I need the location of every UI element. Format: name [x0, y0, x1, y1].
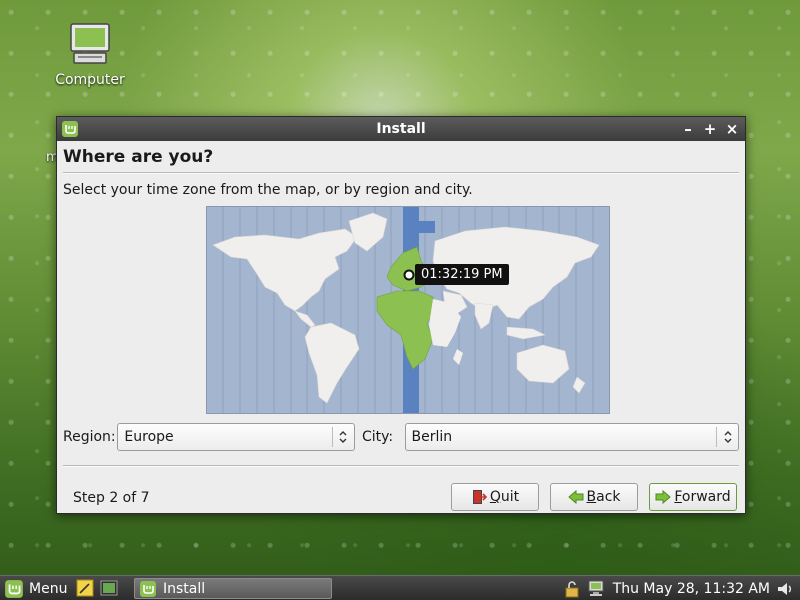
step-indicator: Step 2 of 7	[73, 490, 150, 506]
clock[interactable]: Thu May 28, 11:32 AM	[613, 581, 770, 597]
arrow-left-icon	[567, 490, 583, 504]
wizard-footer: Step 2 of 7 Quit Back Forward	[63, 483, 739, 511]
timezone-map[interactable]: 01:32:19 PM	[206, 206, 610, 414]
window-title: Install	[376, 121, 426, 137]
arrow-right-icon	[655, 490, 672, 504]
city-label: City:	[361, 429, 394, 445]
location-marker-icon[interactable]	[403, 269, 415, 281]
mint-logo-icon	[62, 121, 78, 137]
menu-label: Menu	[29, 580, 68, 597]
maximize-icon[interactable]: +	[701, 119, 719, 139]
terminal-icon[interactable]	[100, 579, 118, 597]
world-map-svg[interactable]	[207, 207, 609, 413]
combo-arrows-icon	[331, 427, 354, 447]
taskbar-task-install[interactable]: Install	[134, 578, 332, 599]
network-icon[interactable]	[587, 580, 607, 598]
region-value: Europe	[124, 429, 174, 445]
text-editor-icon[interactable]	[76, 579, 94, 597]
system-tray: Thu May 28, 11:32 AM	[563, 578, 794, 599]
region-city-row: Region: Europe City: Berlin	[63, 423, 739, 451]
start-menu-button[interactable]: Menu	[4, 578, 67, 599]
city-value: Berlin	[411, 429, 453, 445]
installer-window: Install – + × Where are you? Select your…	[56, 116, 746, 514]
combo-arrows-icon	[716, 427, 738, 447]
quit-icon	[472, 490, 487, 504]
region-label: Region:	[63, 429, 116, 445]
instruction-text: Select your time zone from the map, or b…	[63, 182, 473, 198]
city-combobox[interactable]: Berlin	[404, 423, 739, 451]
taskbar-task-label: Install	[163, 580, 206, 597]
quit-button[interactable]: Quit	[451, 483, 539, 511]
back-button[interactable]: Back	[550, 483, 638, 511]
mint-logo-icon	[140, 580, 156, 597]
lock-icon[interactable]	[563, 580, 581, 598]
region-combobox[interactable]: Europe	[117, 423, 355, 451]
close-icon[interactable]: ×	[723, 119, 741, 139]
footer-divider	[63, 465, 739, 467]
desktop-icon-label: Computer	[55, 72, 125, 88]
taskbar: Menu Install Thu May 28, 11:32 AM	[0, 575, 800, 600]
mint-logo-icon	[5, 579, 23, 598]
window-titlebar[interactable]: Install – + ×	[57, 117, 745, 141]
desktop-icon-computer[interactable]: Computer	[52, 20, 128, 88]
minimize-icon[interactable]: –	[679, 119, 697, 139]
forward-button[interactable]: Forward	[649, 483, 737, 511]
page-title: Where are you?	[63, 147, 214, 167]
time-tooltip: 01:32:19 PM	[415, 264, 509, 285]
volume-icon[interactable]	[776, 580, 794, 598]
computer-icon	[70, 23, 110, 64]
